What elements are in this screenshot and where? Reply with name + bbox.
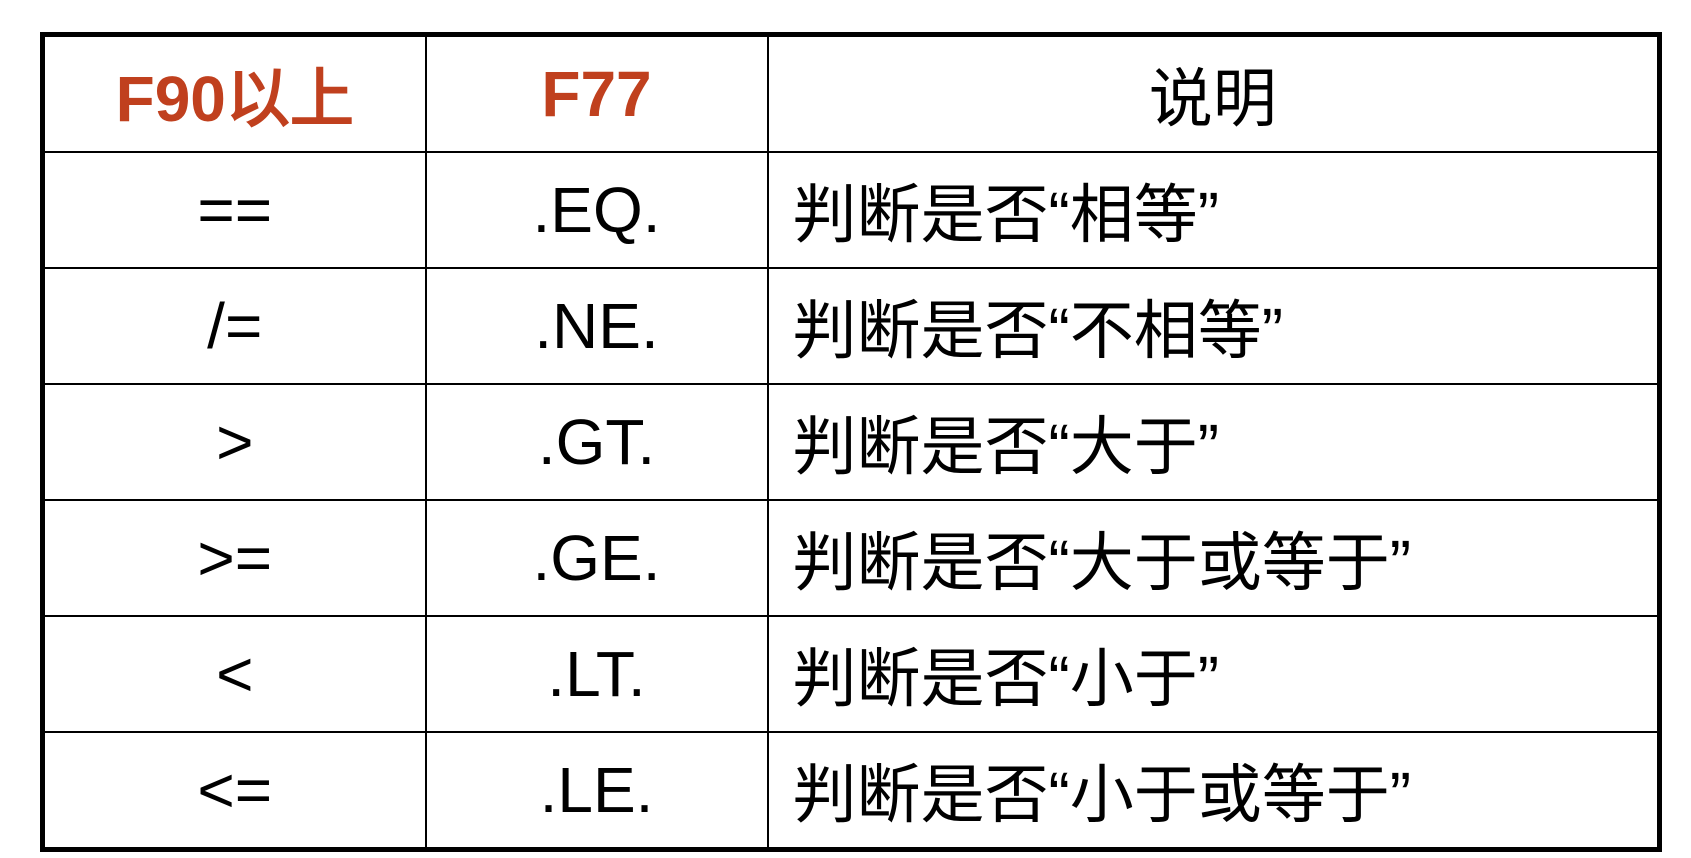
f90-operator: == [41,151,427,269]
table-row: >= .GE. 判断是否“大于或等于” [41,499,1661,617]
table-row: < .LT. 判断是否“小于” [41,615,1661,733]
f77-operator: .EQ. [424,151,769,269]
f90-operator: <= [41,731,427,851]
operator-comparison-table: F90以上 F77 说明 == .EQ. 判断是否“相等” /= .NE. 判断… [40,32,1662,852]
header-description: 说明 [766,33,1661,153]
f77-operator: .GE. [424,499,769,617]
table-row: > .GT. 判断是否“大于” [41,383,1661,501]
table-row: /= .NE. 判断是否“不相等” [41,267,1661,385]
table-row: <= .LE. 判断是否“小于或等于” [41,731,1661,851]
table-row: == .EQ. 判断是否“相等” [41,151,1661,269]
f77-operator: .NE. [424,267,769,385]
header-row: F90以上 F77 说明 [41,33,1661,153]
description: 判断是否“相等” [766,151,1661,269]
f90-operator: >= [41,499,427,617]
description: 判断是否“小于或等于” [766,731,1661,851]
description: 判断是否“不相等” [766,267,1661,385]
description: 判断是否“大于或等于” [766,499,1661,617]
f77-operator: .LT. [424,615,769,733]
f90-operator: /= [41,267,427,385]
f77-operator: .LE. [424,731,769,851]
f90-operator: > [41,383,427,501]
header-f90: F90以上 [41,33,427,153]
header-f77: F77 [424,33,769,153]
f90-operator: < [41,615,427,733]
description: 判断是否“大于” [766,383,1661,501]
f77-operator: .GT. [424,383,769,501]
description: 判断是否“小于” [766,615,1661,733]
